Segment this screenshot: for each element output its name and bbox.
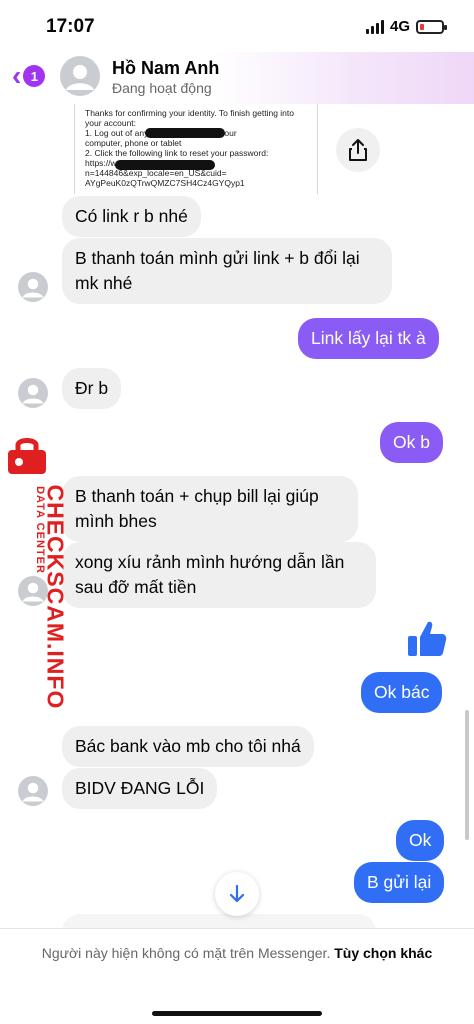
redaction-mark bbox=[115, 160, 215, 170]
message-bubble-incoming[interactable]: Đr b bbox=[62, 368, 122, 409]
contact-status: Đang hoạt động bbox=[112, 80, 212, 96]
scrollbar[interactable] bbox=[465, 710, 469, 840]
contact-avatar[interactable] bbox=[18, 776, 48, 806]
thumbs-up-icon[interactable] bbox=[406, 618, 448, 660]
message-bubble-incoming[interactable]: B thanh toán + chụp bill lại giúp mình b… bbox=[62, 476, 358, 542]
more-options-link[interactable]: Tùy chọn khác bbox=[334, 945, 432, 961]
back-button[interactable]: ‹ 1 bbox=[12, 60, 46, 91]
chat-header: ‹ 1 Hồ Nam Anh Đang hoạt động bbox=[0, 52, 474, 104]
message-bubble-outgoing[interactable]: B gửi lại bbox=[354, 862, 445, 903]
contact-avatar[interactable] bbox=[60, 56, 100, 96]
message-bubble-outgoing[interactable]: Ok b bbox=[380, 422, 443, 463]
email-line: your account: bbox=[85, 118, 137, 128]
message-bubble-incoming[interactable]: Có link r b nhé bbox=[62, 196, 201, 237]
network-type: 4G bbox=[389, 18, 410, 35]
notice-text: Người này hiện không có mặt trên Messeng… bbox=[41, 945, 331, 961]
redaction-mark bbox=[145, 128, 225, 138]
message-bubble-outgoing[interactable]: Ok bbox=[396, 820, 445, 861]
email-line: 2. Click the following link to reset you… bbox=[85, 148, 269, 158]
message-bubble-incoming[interactable]: B thanh toán mình gửi link + b đổi lại m… bbox=[62, 238, 392, 304]
email-line: Thanks for confirming your identity. To … bbox=[85, 108, 294, 118]
message-bubble-outgoing[interactable]: Ok bác bbox=[361, 672, 443, 713]
arrow-down-icon bbox=[229, 884, 245, 903]
chevron-left-icon: ‹ bbox=[12, 60, 22, 91]
footer: Người này hiện không có mặt trên Messeng… bbox=[0, 928, 474, 1024]
message-bubble-outgoing[interactable]: Link lấy lại tk à bbox=[298, 318, 439, 359]
battery-icon bbox=[416, 19, 447, 34]
scroll-down-button[interactable] bbox=[215, 872, 259, 916]
message-bubble-incoming[interactable]: BIDV ĐANG LỖI bbox=[62, 768, 218, 809]
home-indicator[interactable] bbox=[152, 1011, 322, 1016]
message-bubble-incoming[interactable]: xong xíu rảnh mình hướng dẫn lần sau đỡ … bbox=[62, 542, 376, 608]
share-button[interactable] bbox=[336, 128, 380, 172]
email-line: computer, phone or tablet bbox=[85, 138, 182, 148]
contact-avatar[interactable] bbox=[18, 378, 48, 408]
shared-email-image[interactable]: Thanks for confirming your identity. To … bbox=[74, 104, 318, 194]
status-bar: 17:07 4G bbox=[0, 0, 474, 52]
share-icon bbox=[349, 139, 367, 161]
contact-avatar[interactable] bbox=[18, 272, 48, 302]
lock-logo-icon bbox=[4, 434, 50, 476]
watermark-brand: CHECKSCAM.INFO bbox=[42, 484, 69, 710]
signal-icon bbox=[365, 19, 384, 34]
unread-badge: 1 bbox=[23, 65, 46, 87]
message-bubble-incoming[interactable]: Bác bank vào mb cho tôi nhá bbox=[62, 726, 314, 767]
status-indicators: 4G bbox=[365, 18, 447, 35]
email-line: AYgPeuK0zQTrwQMZC7SH4Cz4GYQyp1 bbox=[85, 178, 245, 188]
contact-name[interactable]: Hồ Nam Anh bbox=[112, 58, 219, 79]
status-time: 17:07 bbox=[46, 16, 95, 37]
unavailable-notice: Người này hiện không có mặt trên Messeng… bbox=[40, 943, 434, 963]
battery-level bbox=[420, 23, 424, 30]
